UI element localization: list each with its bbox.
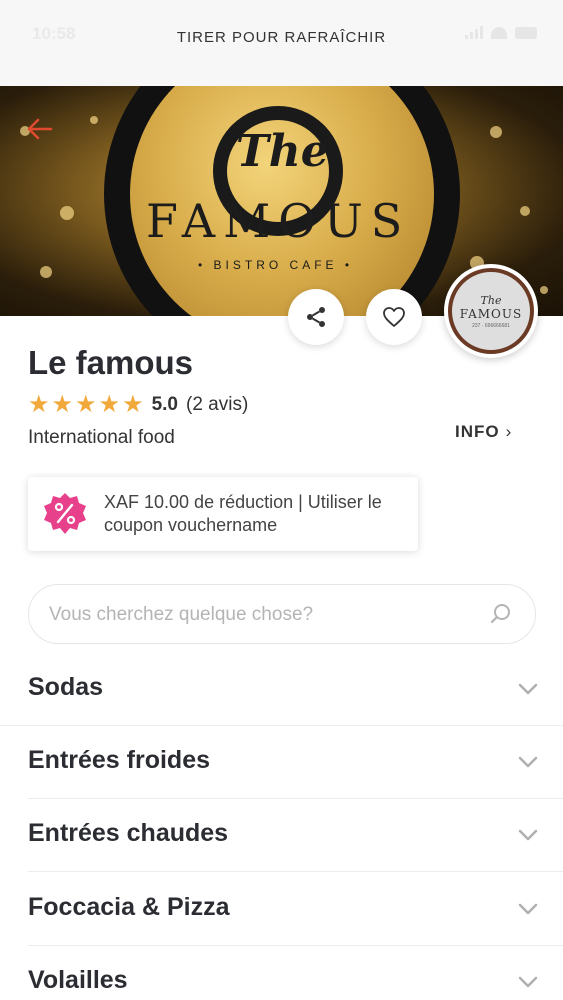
category-item[interactable]: Sodas [0, 653, 563, 726]
cuisine-type: International food [28, 427, 175, 448]
restaurant-avatar: The FAMOUS 237 · 696666681 [444, 264, 538, 358]
battery-icon [515, 27, 537, 39]
share-icon [307, 307, 325, 327]
category-item[interactable]: Foccacia & Pizza [0, 873, 563, 946]
rating-row: ★ ★ ★ ★ ★ 5.0 (2 avis) [28, 393, 248, 417]
category-label: Entrées froides [28, 746, 211, 774]
back-arrow-icon[interactable] [24, 114, 54, 144]
wifi-icon [491, 27, 507, 39]
heart-icon [383, 307, 405, 327]
category-item[interactable]: Volailles [0, 946, 563, 1000]
coupon-text: XAF 10.00 de réduction | Utiliser le cou… [104, 492, 382, 535]
chevron-down-icon [518, 903, 538, 915]
banner-logo-the: The [236, 126, 329, 177]
banner-logo-famous: FAMOUS [146, 194, 411, 248]
info-button[interactable]: INFO › [455, 422, 512, 442]
status-bar: 10:58 TIRER POUR RAFRAÎCHIR [0, 0, 563, 86]
review-count[interactable]: (2 avis) [186, 394, 248, 416]
signal-icon [465, 26, 483, 39]
chevron-down-icon [518, 829, 538, 841]
restaurant-name: Le famous [28, 344, 194, 381]
category-label: Volailles [28, 966, 128, 994]
star-icon: ★ [75, 391, 97, 418]
chevron-down-icon [518, 756, 538, 768]
star-icon: ★ [98, 391, 121, 418]
share-button[interactable] [288, 289, 344, 345]
category-label: Sodas [28, 673, 104, 701]
category-label: Foccacia & Pizza [28, 893, 230, 921]
status-icons [465, 26, 537, 39]
search-icon[interactable] [489, 602, 513, 626]
info-label: INFO [455, 422, 500, 441]
category-item[interactable]: Entrées chaudes [0, 799, 563, 872]
chevron-right-icon: › [505, 422, 513, 441]
chevron-down-icon [518, 976, 538, 988]
search-input[interactable] [49, 602, 469, 628]
banner-logo-subtitle: • BISTRO CAFE • [198, 258, 354, 272]
favorite-button[interactable] [366, 289, 422, 345]
percent-badge-icon [44, 493, 86, 534]
coupon-card[interactable]: XAF 10.00 de réduction | Utiliser le cou… [28, 477, 418, 551]
star-icon: ★ [51, 391, 74, 418]
divider [28, 871, 563, 872]
star-icon: ★ [122, 391, 144, 418]
star-icon: ★ [28, 391, 50, 418]
category-item[interactable]: Entrées froides [0, 726, 563, 799]
category-label: Entrées chaudes [28, 819, 229, 847]
search-bar[interactable] [28, 584, 536, 644]
rating-value: 5.0 [151, 394, 178, 415]
avatar-phone: 237 · 696666681 [472, 322, 510, 329]
chevron-down-icon [518, 683, 538, 695]
avatar-logo-the: The [480, 293, 502, 307]
avatar-logo-famous: FAMOUS [459, 306, 523, 321]
